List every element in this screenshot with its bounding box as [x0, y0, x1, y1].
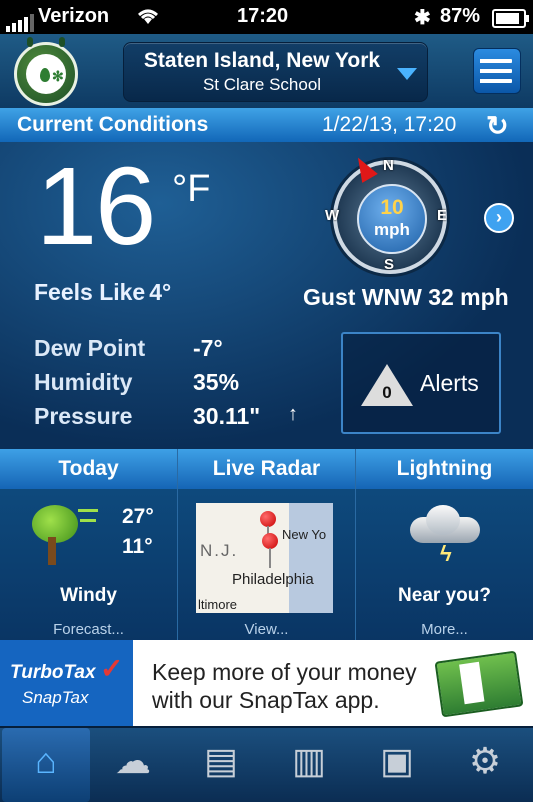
- carrier-name: Verizon: [38, 5, 110, 27]
- lightning-status: Near you?: [398, 585, 491, 606]
- radar-map-thumbnail: N.J. New Yo Philadelphia ltimore: [196, 503, 333, 613]
- metric-value: -7°: [193, 335, 223, 361]
- ad-copy-line1: Keep more of your money: [152, 659, 417, 685]
- signal-icon: [6, 9, 36, 32]
- location-city: Staten Island, New York: [143, 49, 381, 72]
- metric-label: Pressure: [34, 403, 133, 429]
- tab-home[interactable]: ⌂: [2, 728, 90, 802]
- checkmark-icon: ✓: [100, 653, 124, 684]
- refresh-icon[interactable]: ↻: [486, 111, 509, 142]
- tab-bar: ⌂ ☁ ▤ ▥ ▣ ⚙: [0, 726, 533, 802]
- temperature: 16: [36, 145, 156, 268]
- tab-settings[interactable]: ⚙: [441, 728, 529, 802]
- radar-link[interactable]: View...: [178, 621, 355, 638]
- tile-title: Lightning: [356, 449, 533, 489]
- menu-list-button[interactable]: [473, 48, 521, 94]
- tile-live-radar[interactable]: Live Radar N.J. New Yo Philadelphia ltim…: [178, 449, 356, 640]
- battery-fill: [496, 13, 519, 24]
- tab-forecast[interactable]: ☁: [89, 728, 177, 802]
- tile-title: Live Radar: [178, 449, 355, 489]
- battery-percent: 87%: [440, 5, 481, 27]
- metric-humidity: Humidity 35%: [34, 369, 324, 403]
- lightning-link[interactable]: More...: [356, 621, 533, 638]
- gear-icon: ⚙: [468, 740, 502, 781]
- tab-camera[interactable]: ▣: [353, 728, 441, 802]
- wifi-icon: [135, 6, 161, 32]
- tab-maps[interactable]: ▥: [265, 728, 353, 802]
- forecast-low: 11°: [122, 535, 153, 558]
- forecast-link[interactable]: Forecast...: [0, 621, 177, 638]
- chevron-right-icon[interactable]: ›: [484, 203, 514, 233]
- bluetooth-icon: ✱: [414, 7, 431, 29]
- metric-value: 35%: [193, 369, 240, 395]
- metric-value: 30.11": [193, 403, 261, 429]
- pressure-trend-up-icon: ↑: [288, 403, 298, 425]
- money-icon: [434, 650, 524, 718]
- lightning-cloud-icon: ϟ: [406, 503, 486, 566]
- forecast-high: 27°: [122, 505, 154, 528]
- ad-brand-line1: TurboTax: [10, 662, 96, 683]
- metric-label: Humidity: [34, 369, 133, 395]
- map-icon: ▥: [291, 740, 326, 781]
- wind-gust: Gust WNW 32 mph: [303, 284, 509, 310]
- feels-like: Feels Like 4°: [34, 279, 175, 306]
- notebook-icon: ▤: [203, 740, 238, 781]
- map-label-nj: N.J.: [200, 541, 239, 560]
- alerts-label: Alerts: [420, 370, 479, 396]
- alerts-count: 0: [382, 383, 392, 402]
- weather-icon: ☁: [115, 740, 151, 781]
- wind-speed: 10: [380, 196, 404, 219]
- section-title: Current Conditions: [17, 113, 209, 136]
- compass-west: W: [325, 207, 340, 224]
- compass-south: S: [384, 256, 395, 273]
- ad-banner[interactable]: TurboTax ✓ SnapTax Keep more of your mon…: [0, 640, 533, 726]
- location-selector[interactable]: Staten Island, New York St Clare School: [123, 42, 428, 102]
- observation-datetime: 1/22/13, 17:20: [322, 113, 457, 136]
- tile-today[interactable]: Today 27° 11° Windy Forecast...: [0, 449, 178, 640]
- map-label-philadelphia: Philadelphia: [232, 571, 314, 588]
- tab-notebook[interactable]: ▤: [177, 728, 265, 802]
- metrics-list: Dew Point -7° Humidity 35% Pressure 30.1…: [34, 335, 324, 437]
- app-logo[interactable]: ✻: [14, 37, 78, 106]
- battery-icon: [492, 9, 529, 28]
- temperature-unit: °F: [172, 168, 211, 210]
- compass-east: E: [437, 207, 448, 224]
- location-station: St Clare School: [202, 75, 322, 94]
- ad-copy: Keep more of your money with our SnapTax…: [152, 658, 417, 714]
- app-header: ✻ Staten Island, New York St Clare Schoo…: [0, 34, 533, 108]
- home-icon: ⌂: [35, 740, 57, 781]
- current-conditions-bar: Current Conditions 1/22/13, 17:20 ↻: [0, 108, 533, 142]
- map-label-baltimore: ltimore: [198, 597, 238, 612]
- feels-like-value: 4°: [149, 279, 172, 305]
- ad-brand-line2: SnapTax: [22, 688, 89, 707]
- ad-copy-line2: with our SnapTax app.: [152, 687, 380, 713]
- map-pin-icon: [262, 533, 278, 568]
- wind-direction-needle: [350, 153, 378, 183]
- wind-unit: mph: [374, 220, 410, 239]
- forecast-condition: Windy: [60, 585, 117, 606]
- alerts-button[interactable]: 0 Alerts: [341, 332, 501, 434]
- feels-like-label: Feels Like: [34, 279, 146, 305]
- status-time: 17:20: [237, 5, 289, 27]
- status-bar: Verizon 17:20 ✱ 87%: [0, 0, 533, 34]
- windy-tree-icon: [30, 503, 100, 573]
- metric-pressure: Pressure 30.11" ↑: [34, 403, 324, 437]
- compass-north: N: [383, 157, 394, 174]
- tile-title: Today: [0, 449, 177, 489]
- tile-lightning[interactable]: Lightning ϟ Near you? More...: [356, 449, 533, 640]
- wind-compass[interactable]: 10 mph N S E W: [325, 153, 448, 274]
- camera-icon: ▣: [379, 740, 414, 781]
- conditions-panel: 16 °F Feels Like 4° 10 mph N S E W › Gust…: [0, 142, 533, 449]
- metric-dew-point: Dew Point -7°: [34, 335, 324, 369]
- ad-logo: TurboTax ✓ SnapTax: [0, 640, 133, 726]
- chevron-down-icon: [397, 68, 417, 80]
- map-label-ny: New Yo: [282, 527, 327, 542]
- map-pin-icon: [260, 511, 276, 546]
- feature-tiles: Today 27° 11° Windy Forecast... Live Rad…: [0, 449, 533, 640]
- metric-label: Dew Point: [34, 335, 146, 361]
